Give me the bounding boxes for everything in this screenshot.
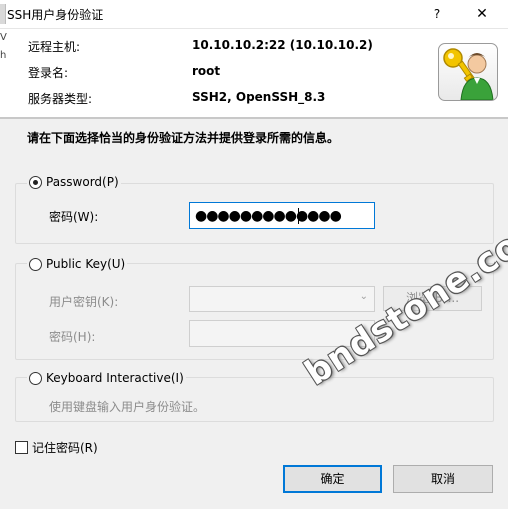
publickey-radio-label: Public Key(U) bbox=[46, 257, 126, 271]
passphrase-label: 密码(H): bbox=[49, 330, 96, 344]
keyboard-radio-option[interactable]: Keyboard Interactive(I) bbox=[27, 371, 186, 385]
password-input[interactable]: ●●●●●●●●●●●●● bbox=[189, 202, 375, 229]
edge-artifact: h bbox=[0, 50, 7, 61]
keyboard-description: 使用键盘输入用户身份验证。 bbox=[49, 400, 206, 414]
remember-password-label: 记住密码(R) bbox=[32, 441, 98, 455]
window-edge-icon bbox=[0, 4, 6, 24]
window-title: SSH用户身份验证 bbox=[7, 8, 104, 22]
text-caret bbox=[298, 208, 299, 224]
server-type-value: SSH2, OpenSSH_8.3 bbox=[192, 90, 326, 104]
password-field-label: 密码(W): bbox=[49, 210, 99, 224]
help-button[interactable]: ? bbox=[422, 2, 452, 26]
close-button[interactable]: ✕ bbox=[464, 2, 500, 26]
login-name-label: 登录名: bbox=[28, 66, 69, 80]
remember-password-checkbox[interactable]: 记住密码(R) bbox=[15, 439, 98, 456]
password-radio-label: Password(P) bbox=[46, 175, 119, 189]
remote-host-label: 远程主机: bbox=[28, 40, 81, 54]
password-value: ●●●●●●●●●●●●● bbox=[195, 208, 342, 224]
publickey-radio-option[interactable]: Public Key(U) bbox=[27, 257, 128, 271]
server-type-label: 服务器类型: bbox=[28, 92, 93, 106]
cancel-button[interactable]: 取消 bbox=[393, 465, 493, 493]
remote-host-value: 10.10.10.2:22 (10.10.10.2) bbox=[192, 38, 373, 52]
chevron-down-icon: ⌄ bbox=[359, 291, 368, 302]
keyboard-radio[interactable] bbox=[29, 371, 42, 385]
publickey-radio[interactable] bbox=[29, 257, 42, 271]
login-name-value: root bbox=[192, 64, 221, 78]
instruction-text: 请在下面选择恰当的身份验证方法并提供登录所需的信息。 bbox=[27, 131, 340, 145]
user-key-icon bbox=[438, 43, 498, 101]
password-radio-option[interactable]: Password(P) bbox=[27, 175, 121, 189]
remember-checkbox-box[interactable] bbox=[15, 441, 28, 454]
user-key-select[interactable]: ⌄ bbox=[189, 286, 375, 312]
keyboard-radio-label: Keyboard Interactive(I) bbox=[46, 371, 184, 385]
edge-artifact: V bbox=[0, 32, 7, 43]
user-key-label: 用户密钥(K): bbox=[49, 295, 119, 309]
ok-button[interactable]: 确定 bbox=[283, 465, 382, 493]
password-radio[interactable] bbox=[29, 175, 42, 189]
